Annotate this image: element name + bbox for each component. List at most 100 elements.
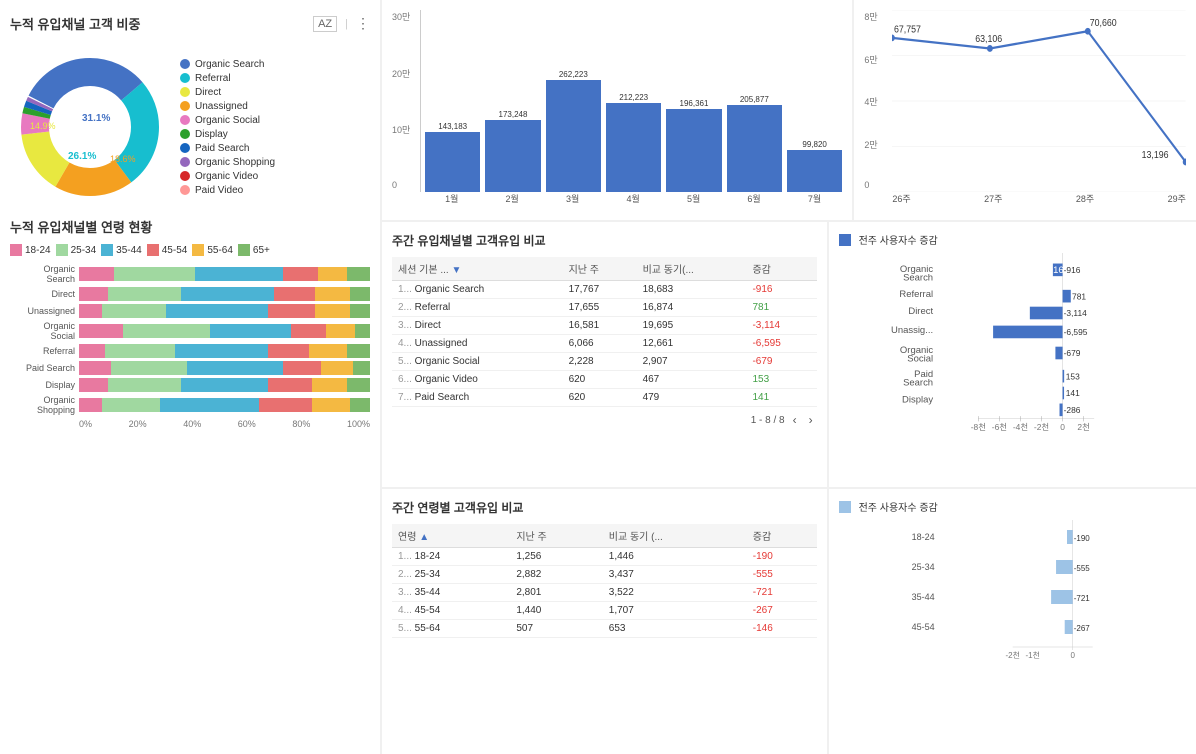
panel-header: 누적 유입채널 고객 비중 AZ | ⋮ — [10, 10, 370, 37]
right-panel: 30만 20만 10만 0 143,183 — [382, 0, 1196, 754]
age-65plus-legend: 65+ — [238, 244, 270, 256]
weekly-comparison-chart: 전주 사용자수 증감 .h-chart { padding-left: 5px;… — [829, 222, 1196, 487]
svg-text:153: 153 — [1065, 371, 1079, 381]
age-x-axis: 0% 20% 40% 60% 80% 100% — [79, 419, 370, 429]
svg-text:26.1%: 26.1% — [68, 151, 96, 162]
age-comparison-legend: 전주 사용자수 증감 — [839, 499, 1186, 514]
svg-text:-1천: -1천 — [1025, 650, 1039, 660]
legend-dot-direct — [180, 87, 190, 97]
svg-text:Social: Social — [907, 353, 933, 364]
legend-dot-unassigned — [180, 101, 190, 111]
age-35-44-legend: 35-44 — [101, 244, 142, 256]
svg-text:14.9%: 14.9% — [30, 121, 56, 131]
age-bar-chart: OrganicSearch Direct — [10, 264, 370, 415]
svg-text:-286: -286 — [1063, 405, 1080, 415]
age-comparison-chart: 전주 사용자수 증감 18-24 25-34 35-44 45-54 — [829, 489, 1196, 754]
table-header-row: 세션 기본 ... ▼ 지난 주 비교 동기(... 증감 — [392, 257, 817, 281]
bar-row-paid-search: Paid Search — [10, 361, 370, 375]
weekly-comparison-legend: 전주 사용자수 증감 — [839, 232, 1186, 247]
svg-text:31.1%: 31.1% — [82, 113, 110, 124]
col-compare-age: 비교 동기 (... — [603, 524, 747, 548]
donut-section: 31.1% 26.1% 14.9% 18.6% Organic Search R… — [10, 47, 370, 207]
svg-text:Display: Display — [902, 394, 933, 405]
az-badge: AZ — [313, 16, 337, 32]
age-h-bars: 18-24 25-34 35-44 45-54 -190 — [839, 520, 1186, 673]
svg-text:70,660: 70,660 — [1090, 17, 1117, 29]
svg-text:-916: -916 — [1044, 265, 1063, 276]
col-channel: 세션 기본 ... ▼ — [392, 257, 563, 281]
donut-legend: Organic Search Referral Direct Unassigne… — [180, 59, 275, 196]
table-row: 5... Organic Social 2,228 2,907 -679 — [392, 353, 817, 371]
col-last-week: 지난 주 — [563, 257, 637, 281]
dots-menu-icon[interactable]: ⋮ — [356, 15, 370, 32]
legend-dot-referral — [180, 73, 190, 83]
svg-text:-2천: -2천 — [1005, 650, 1019, 660]
prev-page-button[interactable]: ‹ — [789, 411, 801, 429]
monthly-x-labels: 1월 2월 3월 4월 5월 6월 7월 — [420, 192, 842, 210]
legend-item-organic-shopping: Organic Shopping — [180, 157, 275, 168]
svg-text:0: 0 — [1070, 651, 1075, 660]
line-chart-card: 8만 6만 4만 2만 0 — [854, 0, 1196, 220]
svg-text:45-54: 45-54 — [911, 622, 934, 632]
svg-text:Unassig...: Unassig... — [891, 325, 933, 336]
bar-row-direct: Direct — [10, 287, 370, 301]
svg-text:-8천: -8천 — [970, 422, 985, 432]
svg-text:Direct: Direct — [908, 306, 933, 317]
age-section: 누적 유입채널별 연령 현황 18-24 25-34 35-44 45-54 — [10, 217, 370, 744]
col-diff: 증감 — [746, 257, 816, 281]
svg-text:63,106: 63,106 — [976, 33, 1003, 45]
donut-chart: 31.1% 26.1% 14.9% 18.6% — [10, 47, 170, 207]
svg-text:67,757: 67,757 — [894, 24, 921, 36]
monthly-bar-chart-card: 30만 20만 10만 0 143,183 — [382, 0, 852, 220]
age-section-title: 누적 유입채널별 연령 현황 — [10, 217, 370, 236]
next-page-button[interactable]: › — [805, 411, 817, 429]
legend-item-organic-video: Organic Video — [180, 171, 275, 182]
svg-text:-190: -190 — [1073, 534, 1090, 543]
age-table-title: 주간 연령별 고객유입 비교 — [392, 499, 817, 516]
svg-text:141: 141 — [1065, 388, 1079, 398]
svg-text:-267: -267 — [1073, 624, 1090, 633]
legend-item-paid-video: Paid Video — [180, 185, 275, 196]
legend-item-paid-search: Paid Search — [180, 143, 275, 154]
bar-row-unassigned: Unassigned — [10, 304, 370, 318]
svg-text:13,196: 13,196 — [1142, 149, 1169, 161]
svg-text:-3,114: -3,114 — [1063, 308, 1087, 318]
middle-section: 주간 유입채널별 고객유입 비교 세션 기본 ... ▼ 지난 주 비교 동기(… — [382, 222, 1196, 487]
left-panel: 누적 유입채널 고객 비중 AZ | ⋮ — [0, 0, 380, 754]
table-row: 4... Unassigned 6,066 12,661 -6,595 — [392, 335, 817, 353]
table-row: 2... Referral 17,655 16,874 781 — [392, 299, 817, 317]
line-x-labels: 26주 27주 28주 29주 — [892, 192, 1186, 210]
table-row: 5... 55-64 507 653 -146 — [392, 620, 817, 638]
age-45-54-legend: 45-54 — [147, 244, 188, 256]
table-row: 1... Organic Search 17,767 18,683 -916 — [392, 281, 817, 299]
age-legend: 18-24 25-34 35-44 45-54 55-64 — [10, 244, 370, 256]
svg-text:0: 0 — [1060, 422, 1065, 432]
table-row: 3... Direct 16,581 19,695 -3,114 — [392, 317, 817, 335]
table-row: 2... 25-34 2,882 3,437 -555 — [392, 566, 817, 584]
table-row: 1... 18-24 1,256 1,446 -190 — [392, 548, 817, 566]
legend-item-referral: Referral — [180, 73, 275, 84]
legend-item-organic-search: Organic Search — [180, 59, 275, 70]
svg-text:Referral: Referral — [899, 289, 933, 300]
table-row: 4... 45-54 1,440 1,707 -267 — [392, 602, 817, 620]
legend-dot-organic-shopping — [180, 157, 190, 167]
col-age: 연령 ▲ — [392, 524, 510, 548]
bottom-section: 주간 연령별 고객유입 비교 연령 ▲ 지난 주 비교 동기 (... 증감 1… — [382, 489, 1196, 754]
legend-dot-organic-search — [180, 59, 190, 69]
legend-item-direct: Direct — [180, 87, 275, 98]
weekly-table-pagination: 1 - 8 / 8 ‹ › — [392, 411, 817, 429]
svg-text:-6천: -6천 — [991, 422, 1006, 432]
weekly-h-bars: .h-chart { padding-left: 5px; } .h-row {… — [839, 253, 1186, 456]
svg-text:25-34: 25-34 — [911, 562, 934, 572]
age-25-34-legend: 25-34 — [56, 244, 97, 256]
svg-text:-6,595: -6,595 — [1063, 327, 1087, 337]
svg-text:781: 781 — [1072, 291, 1086, 301]
legend-dot-organic-social — [180, 115, 190, 125]
table-row: 3... 35-44 2,801 3,522 -721 — [392, 584, 817, 602]
svg-text:-916: -916 — [1063, 265, 1080, 275]
table-row: 6... Organic Video 620 467 153 — [392, 371, 817, 389]
panel-controls: AZ | ⋮ — [313, 15, 370, 32]
weekly-table-section: 주간 유입채널별 고객유입 비교 세션 기본 ... ▼ 지난 주 비교 동기(… — [382, 222, 827, 487]
bar-row-organic-social: OrganicSocial — [10, 321, 370, 341]
legend-item-organic-social: Organic Social — [180, 115, 275, 126]
